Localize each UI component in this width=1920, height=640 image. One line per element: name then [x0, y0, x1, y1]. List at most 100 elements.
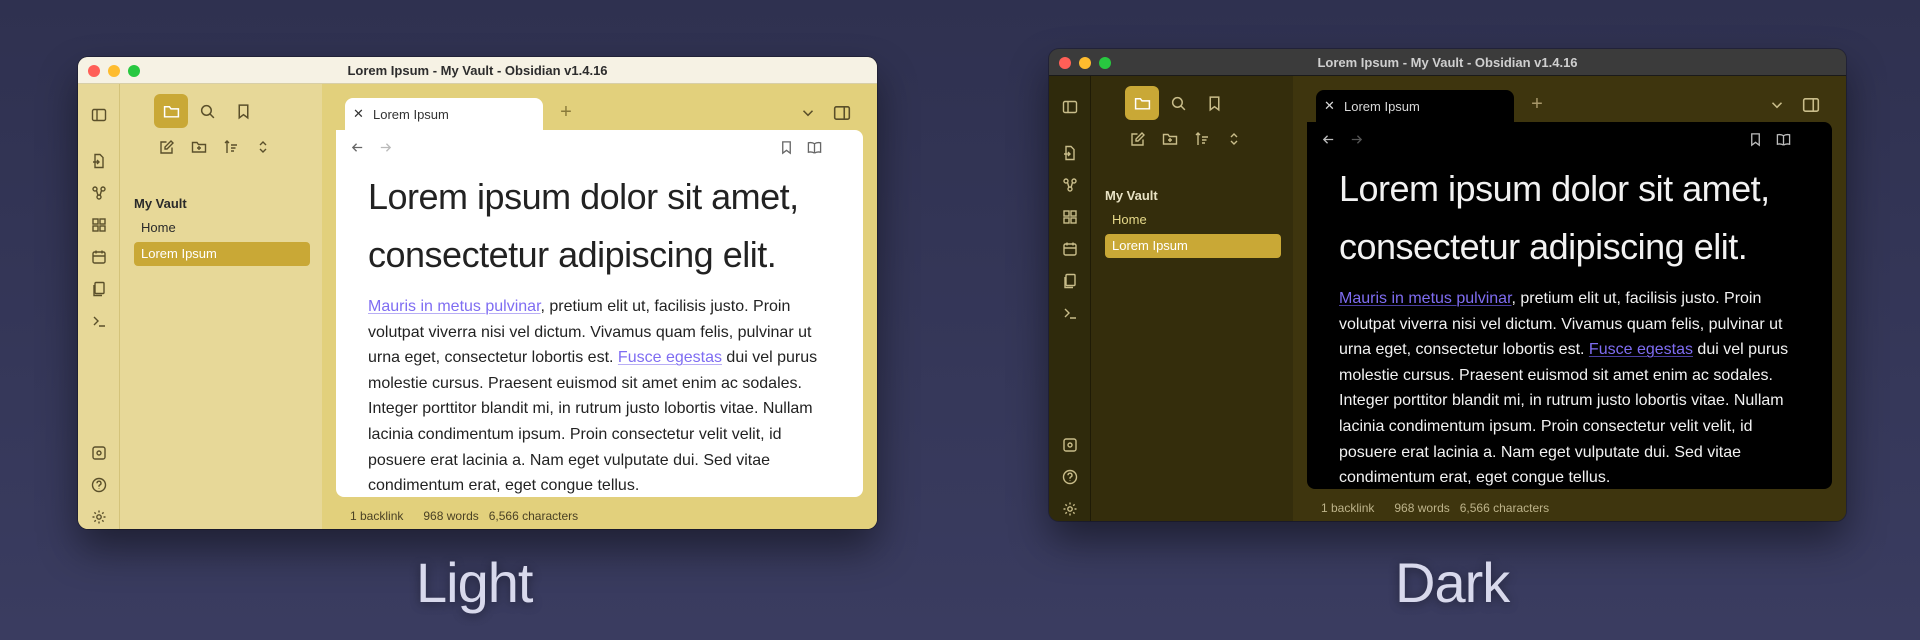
editor-area: ✕ Lorem Ipsum + Lorem ipsum dolor sit am… [1293, 76, 1846, 521]
note-content: Lorem ipsum dolor sit amet, consectetur … [368, 168, 828, 497]
title-bar: Lorem Ipsum - My Vault - Obsidian v1.4.1… [78, 57, 877, 84]
tab-list-dropdown-icon[interactable] [799, 104, 817, 122]
file-item-lorem-ipsum[interactable]: Lorem Ipsum [1105, 234, 1281, 258]
minimize-window-button[interactable] [108, 65, 120, 77]
daily-note-icon[interactable] [90, 248, 108, 266]
canvas-icon[interactable] [1061, 208, 1079, 226]
status-bar: 1 backlink 968 words 6,566 characters [1293, 495, 1846, 521]
help-icon[interactable] [90, 476, 108, 494]
file-item-home[interactable]: Home [1105, 208, 1281, 232]
backlink-count[interactable]: 1 backlink [350, 509, 403, 523]
light-theme-label: Light [416, 551, 533, 614]
window-title: Lorem Ipsum - My Vault - Obsidian v1.4.1… [347, 62, 608, 78]
command-palette-icon[interactable] [1061, 304, 1079, 322]
graph-view-icon[interactable] [1061, 176, 1079, 194]
more-options-icon[interactable] [1802, 130, 1820, 148]
backlink-count[interactable]: 1 backlink [1321, 501, 1374, 515]
new-folder-icon[interactable] [1159, 128, 1181, 150]
vault-switcher-icon[interactable] [90, 444, 108, 462]
graph-view-icon[interactable] [90, 184, 108, 202]
daily-note-icon[interactable] [1061, 240, 1079, 258]
close-tab-icon[interactable]: ✕ [353, 106, 369, 122]
collapse-expand-icon[interactable] [252, 136, 274, 158]
status-bar: 1 backlink 968 words 6,566 characters [322, 503, 877, 529]
file-item-home[interactable]: Home [134, 216, 310, 240]
internal-link[interactable]: Mauris in metus pulvinar [368, 298, 541, 315]
close-window-button[interactable] [88, 65, 100, 77]
forward-arrow-icon[interactable] [376, 138, 394, 156]
right-sidebar-toggle-icon[interactable] [1802, 96, 1822, 114]
vault-name[interactable]: My Vault [1105, 188, 1158, 203]
internal-link[interactable]: Fusce egestas [618, 349, 722, 366]
file-item-lorem-ipsum[interactable]: Lorem Ipsum [134, 242, 310, 266]
navigation-buttons [1319, 130, 1365, 148]
document-view: Lorem ipsum dolor sit amet, consectetur … [336, 130, 863, 497]
note-paragraph: Mauris in metus pulvinar, pretium elit u… [368, 294, 828, 497]
new-note-icon[interactable] [156, 136, 178, 158]
note-paragraph: Mauris in metus pulvinar, pretium elit u… [1339, 286, 1799, 489]
ribbon [1049, 76, 1091, 521]
open-quick-switcher-icon[interactable] [1061, 144, 1079, 162]
more-options-icon[interactable] [833, 138, 851, 156]
tab-list-dropdown-icon[interactable] [1768, 96, 1786, 114]
settings-gear-icon[interactable] [90, 508, 108, 526]
bookmark-icon[interactable] [777, 138, 795, 156]
dark-window: Lorem Ipsum - My Vault - Obsidian v1.4.1… [1049, 49, 1846, 521]
file-actions [156, 136, 274, 158]
zoom-window-button[interactable] [128, 65, 140, 77]
light-window: Lorem Ipsum - My Vault - Obsidian v1.4.1… [78, 57, 877, 529]
bookmarks-tab[interactable] [226, 94, 260, 128]
bookmark-icon[interactable] [1746, 130, 1764, 148]
search-tab[interactable] [190, 94, 224, 128]
bookmarks-tab[interactable] [1197, 86, 1231, 120]
window-controls [1059, 57, 1111, 69]
character-count: 6,566 characters [488, 509, 579, 523]
sort-icon[interactable] [220, 136, 242, 158]
open-quick-switcher-icon[interactable] [90, 152, 108, 170]
help-icon[interactable] [1061, 468, 1079, 486]
templates-icon[interactable] [1061, 272, 1079, 290]
reading-view-icon[interactable] [805, 138, 823, 156]
settings-gear-icon[interactable] [1061, 500, 1079, 518]
right-sidebar-toggle-icon[interactable] [833, 104, 853, 122]
sidebar-toggle-icon[interactable] [1061, 98, 1079, 116]
minimize-window-button[interactable] [1079, 57, 1091, 69]
word-count: 968 words [1394, 501, 1450, 515]
tab-lorem-ipsum[interactable]: ✕ Lorem Ipsum [345, 98, 543, 130]
reading-view-icon[interactable] [1774, 130, 1792, 148]
file-actions [1127, 128, 1245, 150]
new-tab-button[interactable]: + [1525, 90, 1549, 118]
back-arrow-icon[interactable] [348, 138, 366, 156]
internal-link[interactable]: Mauris in metus pulvinar [1339, 290, 1512, 307]
paragraph-text: dui vel purus molestie cursus. Praesent … [368, 349, 818, 495]
collapse-expand-icon[interactable] [1223, 128, 1245, 150]
vault-name[interactable]: My Vault [134, 196, 187, 211]
new-note-icon[interactable] [1127, 128, 1149, 150]
zoom-window-button[interactable] [1099, 57, 1111, 69]
sidebar-tabs [1125, 86, 1231, 120]
templates-icon[interactable] [90, 280, 108, 298]
dark-theme-label: Dark [1395, 551, 1510, 614]
command-palette-icon[interactable] [90, 312, 108, 330]
internal-link[interactable]: Fusce egestas [1589, 341, 1693, 358]
paragraph-text: dui vel purus molestie cursus. Praesent … [1339, 341, 1789, 487]
back-arrow-icon[interactable] [1319, 130, 1337, 148]
files-tab[interactable] [1125, 86, 1159, 120]
new-tab-button[interactable]: + [554, 98, 578, 126]
close-tab-icon[interactable]: ✕ [1324, 98, 1340, 114]
vault-switcher-icon[interactable] [1061, 436, 1079, 454]
search-tab[interactable] [1161, 86, 1195, 120]
sidebar-tabs [154, 94, 260, 128]
tab-lorem-ipsum[interactable]: ✕ Lorem Ipsum [1316, 90, 1514, 122]
forward-arrow-icon[interactable] [1347, 130, 1365, 148]
view-actions [777, 138, 851, 156]
files-tab[interactable] [154, 94, 188, 128]
file-explorer-sidebar: My Vault Home Lorem Ipsum [1091, 76, 1293, 521]
canvas-icon[interactable] [90, 216, 108, 234]
sort-icon[interactable] [1191, 128, 1213, 150]
sidebar-toggle-icon[interactable] [90, 106, 108, 124]
ribbon [78, 84, 120, 529]
tab-title: Lorem Ipsum [373, 106, 449, 122]
new-folder-icon[interactable] [188, 136, 210, 158]
close-window-button[interactable] [1059, 57, 1071, 69]
